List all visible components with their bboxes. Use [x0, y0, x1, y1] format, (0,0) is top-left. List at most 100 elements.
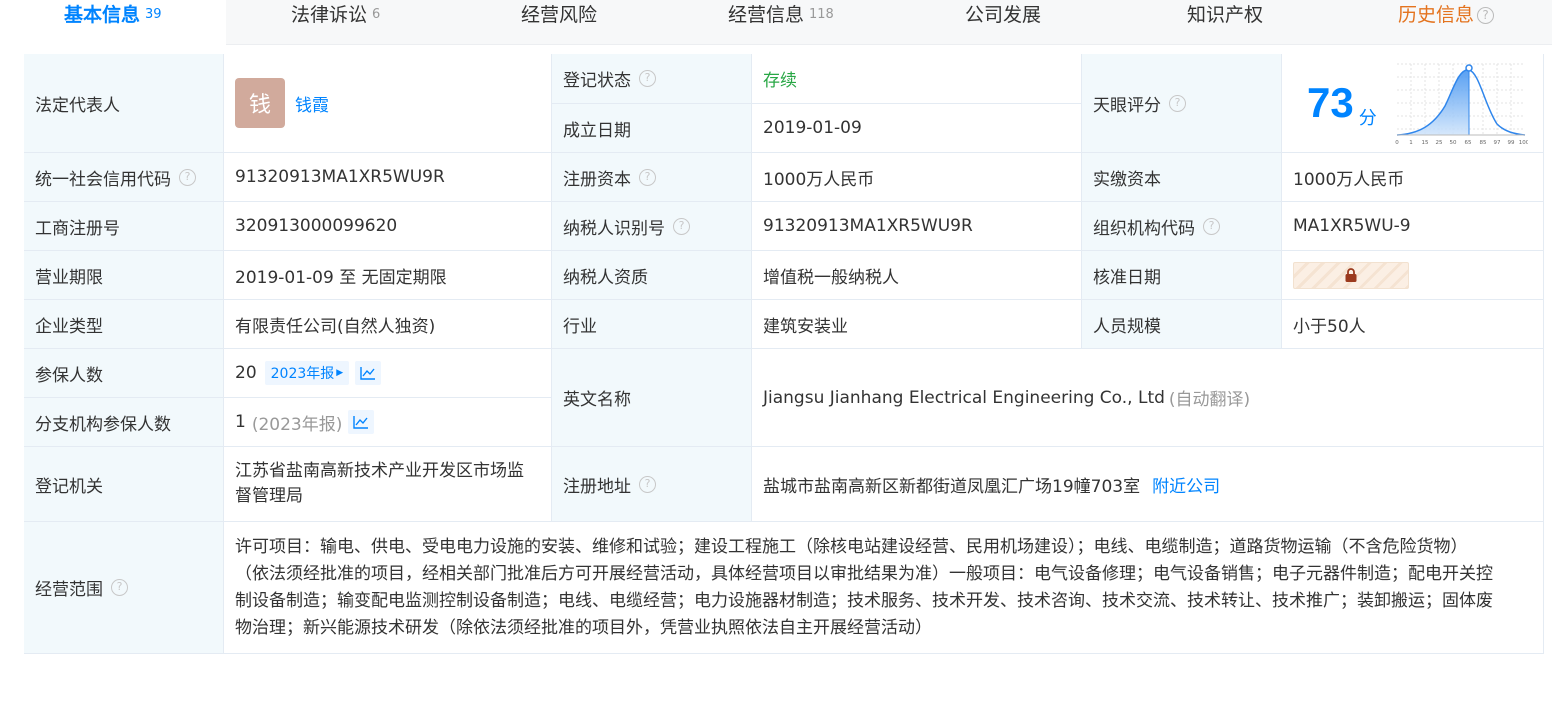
trend-chart-icon[interactable]: [355, 361, 382, 385]
label-text: 纳税人资质: [563, 267, 648, 288]
value-text: 2019-01-09 至 无固定期限: [235, 267, 447, 288]
paid-capital-value: 1000万人民币: [1282, 153, 1544, 202]
org-code-label: 组织机构代码?: [1082, 202, 1282, 251]
trend-chart-icon[interactable]: [348, 410, 375, 434]
help-icon[interactable]: ?: [673, 217, 690, 235]
score-value[interactable]: 73 分 0 1 15 25 50 65 85 97 99 100: [1282, 54, 1544, 153]
company-type-label: 企业类型: [24, 300, 224, 349]
legal-rep-name-link[interactable]: 钱霞: [295, 91, 329, 116]
label-text: 经营范围: [35, 580, 103, 600]
taxpayer-id-value: 91320913MA1XR5WU9R: [752, 202, 1082, 251]
est-date-label: 成立日期: [552, 104, 752, 153]
label-text: 天眼评分: [1093, 95, 1161, 116]
biz-term-value: 2019-01-09 至 无固定期限: [224, 251, 552, 300]
biz-scope-value: 许可项目：输电、供电、受电电力设施的安装、维修和试验；建设工程施工（除核电站建设…: [224, 522, 1544, 654]
help-icon[interactable]: ?: [1477, 7, 1495, 24]
label-text: 行业: [563, 316, 597, 337]
score-number: 73: [1307, 79, 1354, 126]
credit-code-value: 91320913MA1XR5WU9R: [224, 153, 552, 202]
help-icon[interactable]: ?: [179, 168, 196, 186]
label-text: 人员规模: [1093, 316, 1161, 337]
value-text: 盐城市盐南高新区新都街道凤凰汇广场19幢703室: [763, 476, 1141, 497]
value-text: 320913000099620: [235, 216, 398, 236]
label-text: 法定代表人: [35, 95, 120, 116]
lock-icon: [1345, 268, 1357, 282]
axis-tick: 15: [1422, 140, 1429, 146]
help-icon[interactable]: ?: [639, 70, 656, 87]
credit-code-label: 统一社会信用代码?: [24, 153, 224, 202]
label-text: 实缴资本: [1093, 169, 1161, 190]
value-text: 91320913MA1XR5WU9R: [763, 216, 973, 236]
reg-address-label: 注册地址?: [552, 447, 752, 522]
help-icon[interactable]: ?: [1203, 217, 1220, 235]
auto-translate-note: (自动翻译): [1168, 390, 1251, 410]
value-text: 小于50人: [1293, 316, 1366, 337]
basic-info-table: 法定代表人 钱 钱霞 登记状态? 存续 成立日期 2019-01-09 天眼评分…: [24, 54, 1544, 654]
axis-tick: 0: [1395, 140, 1399, 146]
reg-authority-label: 登记机关: [24, 447, 224, 522]
tab-legal[interactable]: 法律诉讼 6: [291, 0, 380, 45]
value-text: 江苏省盐南高新技术产业开发区市场监 督管理局: [235, 459, 524, 509]
axis-tick: 99: [1508, 140, 1515, 146]
chart-axis-ticks: 0 1 15 25 50 65 85 97 99 100: [1395, 140, 1528, 146]
value-text: 1000万人民币: [1293, 169, 1405, 190]
help-icon[interactable]: ?: [639, 475, 656, 493]
value-text: 增值税一般纳税人: [763, 267, 899, 288]
axis-tick: 85: [1480, 140, 1487, 146]
distribution-area: [1397, 69, 1469, 135]
scope-line: 制设备制造；输变配电监测控制设备制造；电线、电缆经营；电力设施器材制造；技术服务…: [235, 590, 1493, 611]
value-text: Jiangsu Jianhang Electrical Engineering …: [763, 387, 1165, 408]
value-line: 江苏省盐南高新技术产业开发区市场监: [235, 461, 524, 481]
label-text: 登记状态: [563, 71, 631, 91]
value-text: 91320913MA1XR5WU9R: [235, 167, 445, 187]
help-icon[interactable]: ?: [639, 168, 656, 186]
tab-history[interactable]: 历史信息?: [1398, 0, 1495, 45]
report-label: 2023年报: [270, 366, 335, 382]
approve-date-label: 核准日期: [1082, 251, 1282, 300]
axis-tick: 100: [1519, 140, 1528, 146]
company-type-value: 有限责任公司(自然人独资): [224, 300, 552, 349]
reg-capital-label: 注册资本?: [552, 153, 752, 202]
label-text: 登记机关: [35, 476, 103, 497]
tab-label: 公司发展: [965, 4, 1042, 26]
label-text: 企业类型: [35, 316, 103, 337]
report-note: (2023年报): [251, 414, 343, 435]
staff-size-value: 小于50人: [1282, 300, 1544, 349]
avatar[interactable]: 钱: [235, 78, 285, 128]
score-unit: 分: [1358, 108, 1377, 129]
score-marker-icon: [1465, 64, 1473, 72]
score-distribution-chart: 0 1 15 25 50 65 85 97 99 100: [1395, 63, 1528, 146]
insured-value: 20 2023年报 ▶: [224, 349, 552, 398]
scope-line: （依法须经批准的项目，经相关部门批准后方可开展经营活动，具体经营项目以审批结果为…: [235, 563, 1493, 584]
staff-size-label: 人员规模: [1082, 300, 1282, 349]
biz-reg-no-label: 工商注册号: [24, 202, 224, 251]
biz-scope-label: 经营范围?: [24, 522, 224, 654]
paid-capital-label: 实缴资本: [1082, 153, 1282, 202]
value-text: 有限责任公司(自然人独资): [235, 316, 436, 337]
nearby-companies-link[interactable]: 附近公司: [1152, 472, 1220, 497]
est-date-value: 2019-01-09: [752, 104, 1082, 153]
english-name-label: 英文名称: [552, 349, 752, 447]
taxpayer-qual-label: 纳税人资质: [552, 251, 752, 300]
tab-ip[interactable]: 知识产权: [1187, 0, 1263, 45]
label-text: 营业期限: [35, 267, 103, 288]
branch-insured-label: 分支机构参保人数: [24, 398, 224, 447]
tab-operation[interactable]: 经营信息 118: [728, 0, 834, 45]
axis-tick: 65: [1465, 140, 1472, 146]
tab-development[interactable]: 公司发展: [965, 0, 1041, 45]
value-line: 督管理局: [235, 486, 303, 506]
locked-content[interactable]: [1293, 261, 1409, 289]
annual-report-button[interactable]: 2023年报 ▶: [264, 361, 350, 385]
tab-basic-info[interactable]: 基本信息 39: [0, 0, 226, 45]
taxpayer-qual-value: 增值税一般纳税人: [752, 251, 1082, 300]
label-text: 核准日期: [1093, 267, 1161, 288]
help-icon[interactable]: ?: [1169, 94, 1186, 112]
value-text: 建筑安装业: [763, 316, 848, 337]
value-text: 1: [235, 412, 246, 432]
help-icon[interactable]: ?: [111, 579, 128, 596]
biz-scope-text: 许可项目：输电、供电、受电电力设施的安装、维修和试验；建设工程施工（除核电站建设…: [235, 534, 1493, 642]
label-text: 注册资本: [563, 169, 631, 190]
reg-capital-value: 1000万人民币: [752, 153, 1082, 202]
tab-risk[interactable]: 经营风险: [521, 0, 597, 45]
axis-tick: 25: [1436, 140, 1443, 146]
